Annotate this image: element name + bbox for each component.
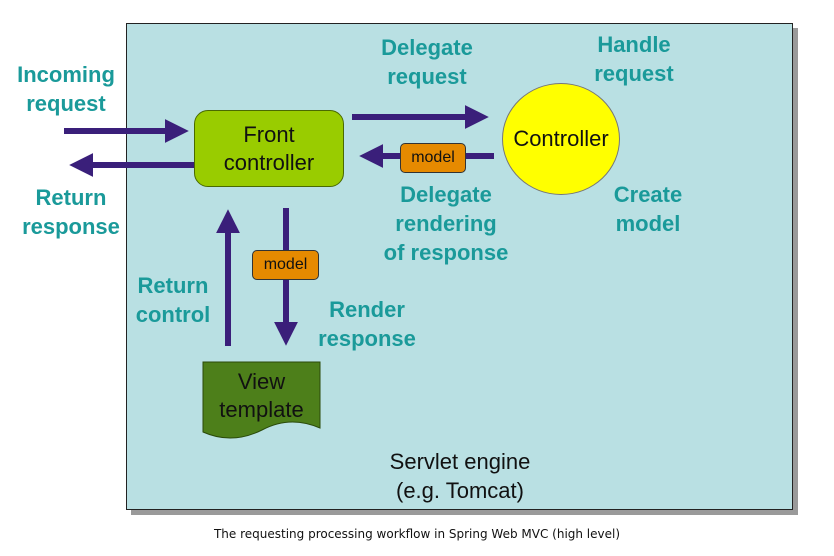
front-controller-node: Front controller xyxy=(194,110,344,187)
label-return-control: Return control xyxy=(135,273,211,327)
label-return-response: Return response xyxy=(22,185,120,239)
label-incoming-request: Incoming request xyxy=(17,62,115,116)
label-delegate-request: Delegate request xyxy=(381,35,473,89)
model-badge-top: model xyxy=(400,143,466,173)
servlet-engine-label: Servlet engine (e.g. Tomcat) xyxy=(389,449,531,503)
figure-caption: The requesting processing workflow in Sp… xyxy=(213,527,621,541)
model-badge-bottom: model xyxy=(252,250,319,280)
label-render-response: Render response xyxy=(318,297,416,351)
label-create-model: Create model xyxy=(613,182,683,236)
view-template-label: View template xyxy=(219,369,304,422)
controller-node: Controller xyxy=(502,83,620,195)
label-delegate-rendering: Delegate rendering of response xyxy=(383,182,509,265)
label-handle-request: Handle request xyxy=(594,32,674,86)
